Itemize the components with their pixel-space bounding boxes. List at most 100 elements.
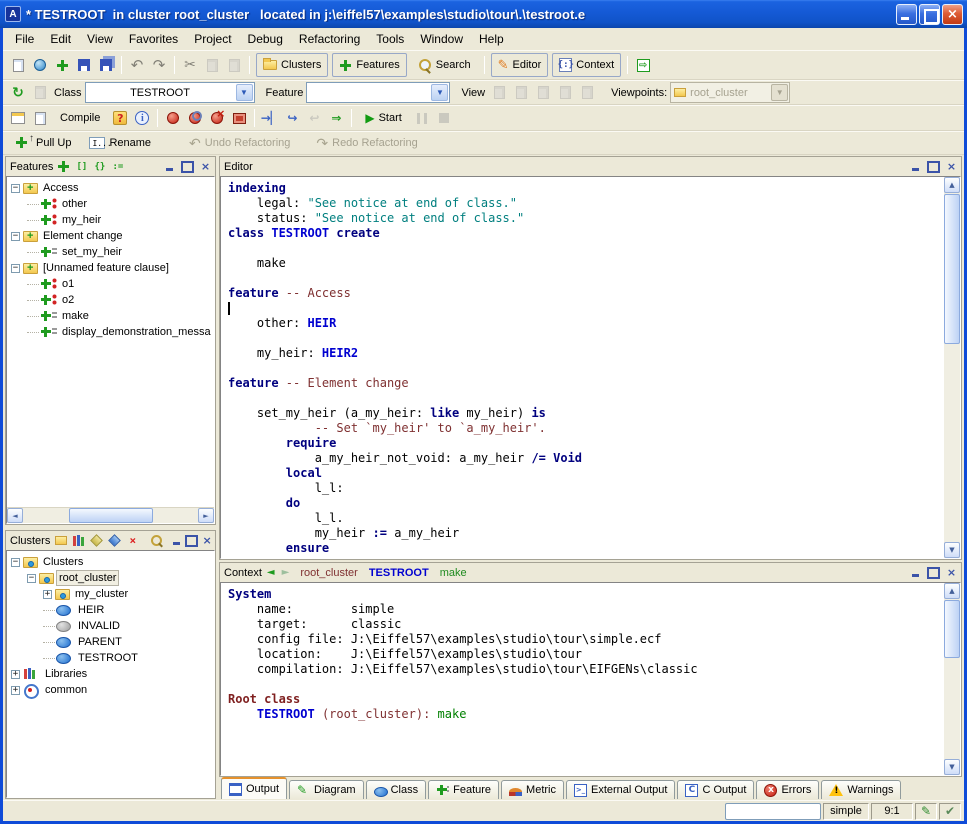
undo-icon[interactable]: ↶ bbox=[126, 54, 148, 76]
external-editor-icon[interactable]: ⇨ bbox=[632, 54, 654, 76]
tree-label[interactable]: root_cluster bbox=[57, 571, 118, 585]
paste-icon[interactable] bbox=[223, 54, 245, 76]
precompile-icon[interactable]: ? bbox=[109, 107, 131, 129]
tree-item-set-my-heir[interactable]: set_my_heir bbox=[7, 244, 214, 260]
scroll-up-icon[interactable]: ▲ bbox=[944, 583, 960, 599]
clusters-close-icon[interactable]: × bbox=[201, 534, 213, 548]
tree-item-clusters[interactable]: −Clusters bbox=[7, 554, 214, 570]
editor-tool-button[interactable]: ✎ Editor bbox=[491, 53, 549, 77]
compile-button[interactable]: Compile bbox=[53, 106, 107, 130]
delete-icon[interactable]: × bbox=[125, 533, 140, 548]
tree-label[interactable]: other bbox=[60, 197, 89, 211]
edit-mode-cell[interactable]: ✎ bbox=[915, 803, 937, 820]
freeze-icon[interactable] bbox=[162, 107, 184, 129]
menu-project[interactable]: Project bbox=[186, 30, 239, 48]
tree-label[interactable]: my_cluster bbox=[73, 587, 130, 601]
save-all-icon[interactable] bbox=[95, 54, 117, 76]
project-settings-icon[interactable] bbox=[29, 107, 51, 129]
melt-icon[interactable] bbox=[184, 107, 206, 129]
tree-label[interactable]: display_demonstration_messa bbox=[60, 325, 213, 339]
tree-label[interactable]: HEIR bbox=[76, 603, 106, 617]
tab-errors[interactable]: xErrors bbox=[756, 780, 819, 799]
new-item-icon[interactable] bbox=[51, 54, 73, 76]
tree-item-common[interactable]: +common bbox=[7, 682, 214, 698]
editor-minimize-icon[interactable] bbox=[908, 160, 923, 174]
add-cluster-icon[interactable] bbox=[53, 533, 68, 548]
copy-icon[interactable] bbox=[201, 54, 223, 76]
chevron-down-icon[interactable]: ▼ bbox=[431, 84, 448, 101]
search-cluster-icon[interactable] bbox=[149, 533, 164, 548]
redo-icon[interactable]: ↷ bbox=[148, 54, 170, 76]
tree-label[interactable]: TESTROOT bbox=[76, 651, 140, 665]
editor-maximize-icon[interactable] bbox=[926, 160, 941, 174]
clusters-maximize-icon[interactable] bbox=[185, 534, 198, 548]
scroll-right-icon[interactable]: ► bbox=[198, 508, 214, 523]
menu-view[interactable]: View bbox=[79, 30, 121, 48]
chevron-down-icon[interactable]: ▼ bbox=[236, 84, 253, 101]
tree-item-parent[interactable]: PARENT bbox=[7, 634, 214, 650]
scroll-up-icon[interactable]: ▲ bbox=[944, 177, 960, 193]
history-back-icon[interactable]: ◄ bbox=[265, 567, 277, 578]
tree-label[interactable]: make bbox=[60, 309, 91, 323]
scroll-thumb[interactable] bbox=[944, 194, 960, 344]
close-button[interactable]: × bbox=[942, 4, 963, 25]
context-close-icon[interactable]: × bbox=[944, 566, 959, 580]
context-tool-button[interactable]: {:} Context bbox=[552, 53, 621, 77]
expand-toggle-icon[interactable]: + bbox=[11, 686, 20, 695]
features-hscrollbar[interactable]: ◄ ► bbox=[7, 507, 214, 523]
editor-code-area[interactable]: indexing legal: "See notice at end of cl… bbox=[221, 177, 944, 558]
start-button[interactable]: ▶ Start bbox=[358, 106, 408, 130]
scroll-thumb[interactable] bbox=[69, 508, 153, 523]
terminate-icon[interactable] bbox=[228, 107, 250, 129]
clusters-tool-button[interactable]: Clusters bbox=[256, 53, 328, 77]
menu-debug[interactable]: Debug bbox=[240, 30, 291, 48]
tree-item-make[interactable]: make bbox=[7, 308, 214, 324]
menu-tools[interactable]: Tools bbox=[368, 30, 412, 48]
clusters-minimize-icon[interactable] bbox=[170, 534, 182, 548]
tree-item-element-change[interactable]: −Element change bbox=[7, 228, 214, 244]
remove-item-icon[interactable] bbox=[89, 533, 104, 548]
tree-label[interactable]: o2 bbox=[60, 293, 76, 307]
tree-label[interactable]: o1 bbox=[60, 277, 76, 291]
expand-toggle-icon[interactable]: + bbox=[11, 670, 20, 679]
tab-class[interactable]: Class bbox=[366, 780, 427, 799]
tree-label[interactable]: [Unnamed feature clause] bbox=[41, 261, 171, 275]
group-by-clause-icon[interactable]: {} bbox=[92, 159, 107, 174]
compile-status-cell[interactable]: ✔ bbox=[939, 803, 961, 820]
menu-favorites[interactable]: Favorites bbox=[121, 30, 186, 48]
tree-label[interactable]: INVALID bbox=[76, 619, 122, 633]
features-maximize-icon[interactable] bbox=[180, 160, 195, 174]
tree-item-o1[interactable]: o1 bbox=[7, 276, 214, 292]
finalize-icon[interactable] bbox=[206, 107, 228, 129]
cut-icon[interactable]: ✂ bbox=[179, 54, 201, 76]
add-library-icon[interactable] bbox=[71, 533, 86, 548]
breadcrumb-class[interactable]: TESTROOT bbox=[369, 567, 429, 579]
menu-file[interactable]: File bbox=[7, 30, 42, 48]
menu-window[interactable]: Window bbox=[412, 30, 471, 48]
info-icon[interactable]: i bbox=[131, 107, 153, 129]
tree-item-unnamed-feature-clause[interactable]: − [Unnamed feature clause] bbox=[7, 260, 214, 276]
minimize-button[interactable] bbox=[896, 4, 917, 25]
tab-warnings[interactable]: Warnings bbox=[821, 780, 901, 799]
tree-item-heir[interactable]: HEIR bbox=[7, 602, 214, 618]
new-file-icon[interactable] bbox=[7, 54, 29, 76]
breadcrumb-cluster[interactable]: root_cluster bbox=[300, 567, 357, 579]
expand-toggle-icon[interactable]: − bbox=[11, 264, 20, 273]
alphabetical-sort-icon[interactable]: [] bbox=[74, 159, 89, 174]
search-tool-button[interactable]: Search bbox=[411, 53, 478, 77]
tree-item-libraries[interactable]: +Libraries bbox=[7, 666, 214, 682]
menu-refactoring[interactable]: Refactoring bbox=[291, 30, 368, 48]
step-over-icon[interactable]: →▏ bbox=[259, 107, 281, 129]
tab-diagram[interactable]: Diagram bbox=[289, 780, 364, 799]
show-signature-icon[interactable]: := bbox=[110, 159, 125, 174]
tab-c-output[interactable]: CC Output bbox=[677, 780, 754, 799]
context-minimize-icon[interactable] bbox=[908, 566, 923, 580]
feature-combo[interactable]: ▼ bbox=[306, 82, 450, 103]
open-file-icon[interactable] bbox=[29, 54, 51, 76]
tree-item-other[interactable]: other bbox=[7, 196, 214, 212]
breadcrumb-feature[interactable]: make bbox=[440, 567, 467, 579]
tree-item-root-cluster[interactable]: −root_cluster bbox=[7, 570, 214, 586]
context-maximize-icon[interactable] bbox=[926, 566, 941, 580]
tab-external-output[interactable]: >_External Output bbox=[566, 780, 675, 799]
scroll-left-icon[interactable]: ◄ bbox=[7, 508, 23, 523]
